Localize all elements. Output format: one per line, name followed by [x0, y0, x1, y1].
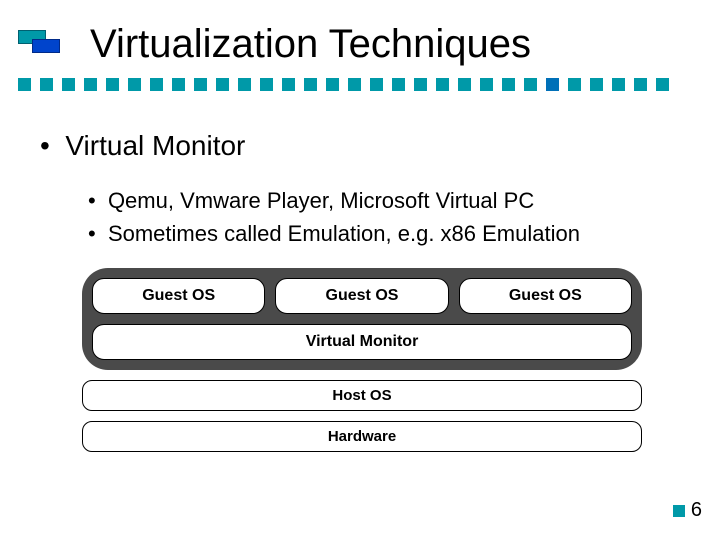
decorative-square [84, 78, 97, 91]
guest-os-row: Guest OS Guest OS Guest OS [92, 278, 632, 314]
diagram-lower-layers: Host OS Hardware [82, 380, 642, 452]
decorative-square [370, 78, 383, 91]
logo-bar-blue [32, 39, 60, 53]
decorative-square [194, 78, 207, 91]
decorative-square [106, 78, 119, 91]
bullet-level-2: • Qemu, Vmware Player, Microsoft Virtual… [88, 184, 680, 217]
decorative-square [62, 78, 75, 91]
decorative-square [150, 78, 163, 91]
decorative-square-row [18, 78, 669, 91]
decorative-square [568, 78, 581, 91]
bullet-sub1-text: Qemu, Vmware Player, Microsoft Virtual P… [108, 188, 534, 213]
decorative-square [480, 78, 493, 91]
decorative-square [392, 78, 405, 91]
decorative-square [348, 78, 361, 91]
diagram-container: Guest OS Guest OS Guest OS Virtual Monit… [82, 268, 642, 370]
decorative-square [40, 78, 53, 91]
decorative-square [590, 78, 603, 91]
decorative-square [634, 78, 647, 91]
guest-os-box-1: Guest OS [92, 278, 265, 314]
decorative-square [128, 78, 141, 91]
decorative-square [546, 78, 559, 91]
decorative-square [282, 78, 295, 91]
bullet-level-1: • Virtual Monitor [40, 130, 680, 162]
decorative-square [612, 78, 625, 91]
hardware-box: Hardware [82, 421, 642, 452]
decorative-square [656, 78, 669, 91]
sub-bullets: • Qemu, Vmware Player, Microsoft Virtual… [88, 184, 680, 250]
decorative-square [172, 78, 185, 91]
page-number: 6 [673, 499, 702, 522]
decorative-square [458, 78, 471, 91]
virtual-monitor-box: Virtual Monitor [92, 324, 632, 360]
architecture-diagram: Guest OS Guest OS Guest OS Virtual Monit… [82, 268, 642, 452]
decorative-square [524, 78, 537, 91]
decorative-square [436, 78, 449, 91]
slide-content: • Virtual Monitor • Qemu, Vmware Player,… [40, 130, 680, 250]
decorative-square [18, 78, 31, 91]
bullet-level-2: • Sometimes called Emulation, e.g. x86 E… [88, 217, 680, 250]
decorative-square [238, 78, 251, 91]
host-os-box: Host OS [82, 380, 642, 411]
guest-os-box-3: Guest OS [459, 278, 632, 314]
decorative-square [304, 78, 317, 91]
decorative-square [326, 78, 339, 91]
decorative-square [502, 78, 515, 91]
page-number-text: 6 [691, 499, 702, 522]
bullet-sub2-text: Sometimes called Emulation, e.g. x86 Emu… [108, 221, 580, 246]
decorative-square [260, 78, 273, 91]
guest-os-box-2: Guest OS [275, 278, 448, 314]
slide-title: Virtualization Techniques [90, 22, 531, 67]
decorative-square [414, 78, 427, 91]
page-number-square-icon [673, 505, 685, 517]
bullet-main-text: Virtual Monitor [65, 130, 245, 161]
decorative-square [216, 78, 229, 91]
slide-logo [18, 30, 60, 58]
